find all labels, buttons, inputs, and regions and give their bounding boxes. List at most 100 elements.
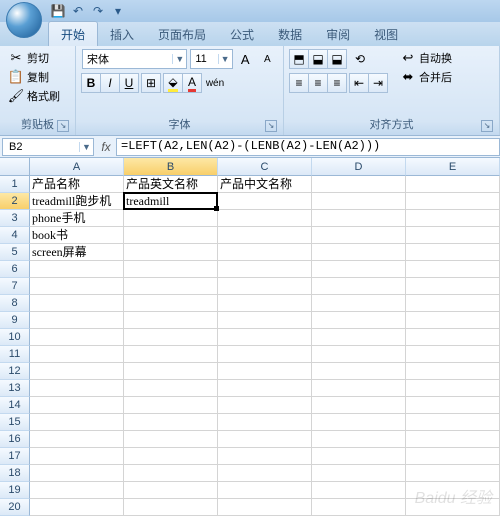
- cell[interactable]: [406, 227, 500, 244]
- cell[interactable]: [406, 312, 500, 329]
- cell[interactable]: treadmill跑步机: [30, 193, 124, 210]
- office-button[interactable]: [6, 2, 42, 38]
- cell[interactable]: [124, 244, 218, 261]
- cell[interactable]: [124, 278, 218, 295]
- row-header[interactable]: 7: [0, 278, 30, 295]
- cell[interactable]: [30, 465, 124, 482]
- cell[interactable]: [218, 499, 312, 516]
- orientation-icon[interactable]: ⟲: [350, 49, 370, 69]
- cell[interactable]: [218, 227, 312, 244]
- row-header[interactable]: 15: [0, 414, 30, 431]
- bold-button[interactable]: B: [81, 73, 101, 93]
- tab-视图[interactable]: 视图: [362, 22, 410, 46]
- cell[interactable]: [312, 499, 406, 516]
- row-header[interactable]: 4: [0, 227, 30, 244]
- italic-button[interactable]: I: [100, 73, 120, 93]
- cell[interactable]: [406, 329, 500, 346]
- cell[interactable]: [312, 312, 406, 329]
- cell[interactable]: [218, 363, 312, 380]
- cut-button[interactable]: ✂剪切: [6, 49, 69, 67]
- column-header[interactable]: E: [406, 158, 500, 176]
- cell[interactable]: [312, 329, 406, 346]
- row-header[interactable]: 8: [0, 295, 30, 312]
- cell[interactable]: treadmill: [124, 193, 218, 210]
- clipboard-launcher-icon[interactable]: ↘: [57, 120, 69, 132]
- cell[interactable]: [312, 261, 406, 278]
- cell[interactable]: [312, 295, 406, 312]
- tab-开始[interactable]: 开始: [48, 21, 98, 46]
- align-top-icon[interactable]: ⬒: [289, 49, 309, 69]
- cell[interactable]: [30, 414, 124, 431]
- cell[interactable]: [218, 380, 312, 397]
- row-header[interactable]: 2: [0, 193, 30, 210]
- cell[interactable]: [312, 227, 406, 244]
- row-header[interactable]: 12: [0, 363, 30, 380]
- cell[interactable]: [218, 346, 312, 363]
- row-header[interactable]: 3: [0, 210, 30, 227]
- border-button[interactable]: ⊞: [141, 73, 161, 93]
- cell[interactable]: [312, 363, 406, 380]
- cell[interactable]: [124, 482, 218, 499]
- cell[interactable]: [218, 465, 312, 482]
- cell[interactable]: [312, 431, 406, 448]
- cell[interactable]: [218, 244, 312, 261]
- cell[interactable]: [312, 397, 406, 414]
- cell[interactable]: [124, 210, 218, 227]
- cell[interactable]: [218, 431, 312, 448]
- align-bottom-icon[interactable]: ⬓: [327, 49, 347, 69]
- cell[interactable]: [312, 346, 406, 363]
- align-launcher-icon[interactable]: ↘: [481, 120, 493, 132]
- row-header[interactable]: 20: [0, 499, 30, 516]
- cell[interactable]: [124, 465, 218, 482]
- cell[interactable]: [124, 363, 218, 380]
- cell[interactable]: [406, 193, 500, 210]
- cell[interactable]: [218, 210, 312, 227]
- cell[interactable]: [124, 312, 218, 329]
- cell[interactable]: [406, 363, 500, 380]
- cell[interactable]: [312, 414, 406, 431]
- column-header[interactable]: C: [218, 158, 312, 176]
- cell[interactable]: [124, 499, 218, 516]
- cell[interactable]: [124, 448, 218, 465]
- cell[interactable]: [218, 261, 312, 278]
- cell[interactable]: [30, 499, 124, 516]
- cell[interactable]: [406, 295, 500, 312]
- row-header[interactable]: 13: [0, 380, 30, 397]
- cell[interactable]: [30, 448, 124, 465]
- save-icon[interactable]: 💾: [49, 2, 67, 20]
- cell[interactable]: [406, 414, 500, 431]
- cell[interactable]: [218, 397, 312, 414]
- cell[interactable]: [218, 414, 312, 431]
- spreadsheet-grid[interactable]: ABCDE 1产品名称产品英文名称产品中文名称2treadmill跑步机trea…: [0, 158, 500, 516]
- row-header[interactable]: 18: [0, 465, 30, 482]
- cell[interactable]: [406, 176, 500, 193]
- cell[interactable]: [218, 448, 312, 465]
- name-box[interactable]: B2▼: [2, 138, 94, 156]
- cell[interactable]: [218, 278, 312, 295]
- column-header[interactable]: D: [312, 158, 406, 176]
- cell[interactable]: [218, 482, 312, 499]
- cell[interactable]: [406, 431, 500, 448]
- cell[interactable]: [218, 295, 312, 312]
- cell[interactable]: [124, 227, 218, 244]
- cell[interactable]: [312, 482, 406, 499]
- cell[interactable]: [406, 380, 500, 397]
- tab-页面布局[interactable]: 页面布局: [146, 22, 218, 46]
- cell[interactable]: [124, 261, 218, 278]
- cell[interactable]: phone手机: [30, 210, 124, 227]
- font-launcher-icon[interactable]: ↘: [265, 120, 277, 132]
- cell[interactable]: [406, 210, 500, 227]
- decrease-indent-icon[interactable]: ⇤: [349, 73, 369, 93]
- cell[interactable]: [312, 448, 406, 465]
- grow-font-icon[interactable]: A: [236, 49, 255, 69]
- cell[interactable]: [406, 261, 500, 278]
- tab-公式[interactable]: 公式: [218, 22, 266, 46]
- cell[interactable]: [218, 193, 312, 210]
- qat-more-icon[interactable]: ▾: [109, 2, 127, 20]
- row-header[interactable]: 1: [0, 176, 30, 193]
- cell[interactable]: [312, 193, 406, 210]
- cell[interactable]: [406, 244, 500, 261]
- cell[interactable]: [30, 397, 124, 414]
- redo-icon[interactable]: ↷: [89, 2, 107, 20]
- underline-button[interactable]: U: [119, 73, 139, 93]
